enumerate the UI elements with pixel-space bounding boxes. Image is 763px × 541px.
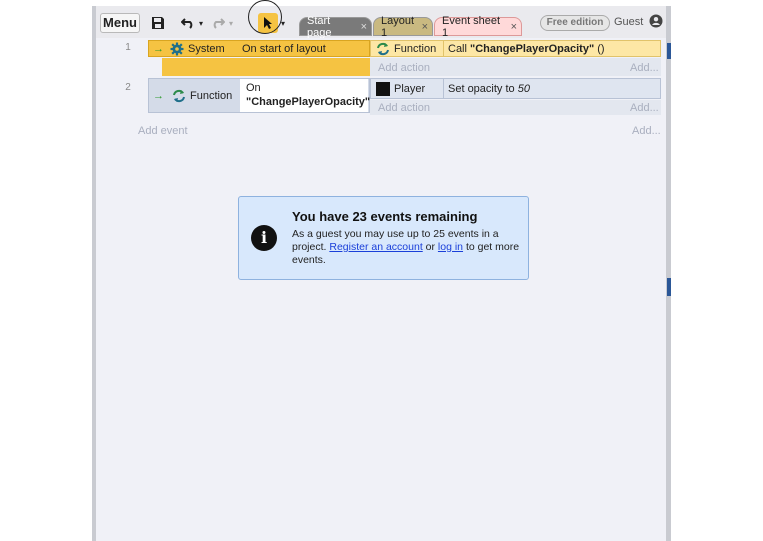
redo-dropdown-icon[interactable]: ▾ [227, 12, 235, 34]
construct-editor: Menu ▾ ▾ ▾ Start page × Layout 1 × Event… [92, 0, 670, 541]
action-value: 50 [517, 83, 530, 95]
tab-layout-1[interactable]: Layout 1 × [373, 14, 433, 39]
notice-title: You have 23 events remaining [292, 209, 478, 224]
scroll-marker [667, 278, 671, 296]
action-object-name: Function [394, 43, 437, 55]
tab-label: Event sheet 1 [442, 14, 501, 39]
function-icon [377, 42, 389, 56]
save-icon[interactable] [148, 12, 168, 34]
add-action-link[interactable]: Add action [378, 100, 430, 115]
action-function-name: "ChangePlayerOpacity" [470, 43, 595, 55]
condition-object-name: System [188, 43, 225, 55]
tab-label: Layout 1 [381, 14, 415, 39]
gear-icon [170, 42, 184, 56]
action-text[interactable]: Call "ChangePlayerOpacity" () [448, 41, 605, 57]
event-number: 2 [125, 82, 131, 93]
add-event-link[interactable]: Add event [138, 123, 188, 138]
condition-object-name: Function [190, 90, 233, 102]
redo-icon[interactable] [210, 12, 226, 34]
event-1-condition-area[interactable] [162, 58, 370, 76]
event-number: 1 [125, 42, 131, 53]
condition-line-2[interactable]: "ChangePlayerOpacity" [246, 95, 370, 109]
event-arrow-icon: → [153, 43, 164, 55]
action-object-name: Player [394, 83, 426, 95]
register-account-link[interactable]: Register an account [329, 241, 422, 253]
notice-text: or [422, 241, 438, 253]
tab-event-sheet-1[interactable]: Event sheet 1 × [434, 14, 522, 39]
add-event-more-link[interactable]: Add... [632, 123, 661, 138]
tab-start-page[interactable]: Start page × [299, 14, 372, 39]
log-in-link[interactable]: log in [438, 241, 463, 253]
event-arrow-icon: → [153, 90, 164, 102]
close-icon[interactable]: × [511, 21, 517, 33]
function-object[interactable]: Function [376, 41, 436, 57]
add-more-link[interactable]: Add... [630, 60, 659, 75]
action-suffix: () [594, 43, 605, 55]
action-text[interactable]: Set opacity to 50 [448, 81, 530, 97]
undo-icon[interactable] [180, 12, 196, 34]
condition-line-1[interactable]: On [246, 81, 261, 95]
edition-badge[interactable]: Free edition [540, 15, 610, 31]
event-sheet: 1 → System On start of layout Function C… [96, 38, 670, 541]
highlight-circle [248, 0, 282, 34]
window-edge [666, 6, 671, 541]
add-action-link[interactable]: Add action [378, 60, 430, 75]
close-icon[interactable]: × [422, 21, 428, 33]
function-icon [173, 89, 185, 103]
action-prefix: Call [448, 43, 471, 55]
player-sprite-icon [376, 82, 390, 96]
menu-button[interactable]: Menu [100, 13, 140, 33]
events-remaining-notice: i You have 23 events remaining As a gues… [238, 196, 529, 280]
undo-dropdown-icon[interactable]: ▾ [197, 12, 205, 34]
toolbar: Menu ▾ ▾ ▾ Start page × Layout 1 × Event… [96, 0, 670, 39]
action-prefix: Set opacity to [448, 83, 518, 95]
add-more-link[interactable]: Add... [630, 100, 659, 115]
tab-label: Start page [307, 14, 332, 39]
condition-text[interactable]: On start of layout [242, 41, 326, 57]
system-object[interactable]: System [170, 41, 225, 57]
info-icon: i [251, 225, 277, 251]
notice-body: As a guest you may use up to 25 events i… [292, 228, 522, 267]
close-icon[interactable]: × [361, 21, 367, 33]
user-icon[interactable] [649, 14, 663, 28]
user-label[interactable]: Guest [614, 16, 643, 28]
player-object[interactable]: Player [376, 81, 425, 97]
function-object[interactable]: Function [172, 88, 232, 104]
scroll-marker [667, 43, 671, 59]
